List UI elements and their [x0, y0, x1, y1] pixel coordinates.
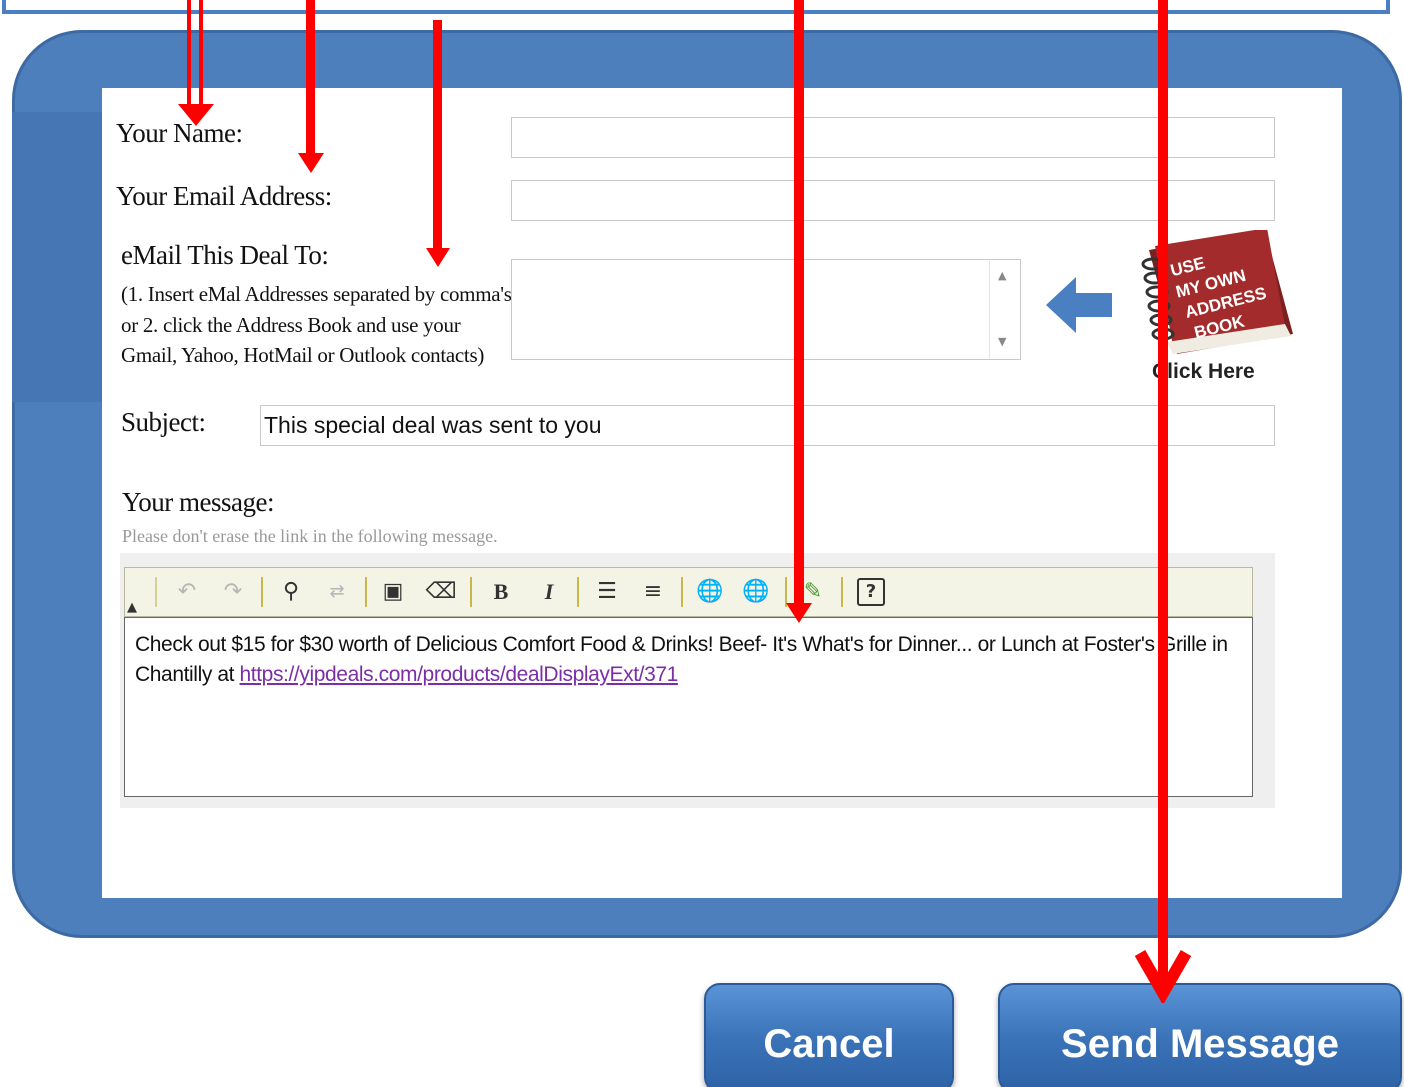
annotation-arrow-shaft [199, 0, 203, 110]
select-all-icon[interactable]: ▣ [377, 576, 409, 608]
top-banner-frame [2, 0, 1390, 14]
toolbar-separator [841, 577, 843, 607]
annotation-arrowhead [298, 153, 324, 173]
remove-link-icon[interactable]: 🌐 [739, 576, 773, 608]
annotation-arrowhead [786, 603, 812, 623]
email-label: Your Email Address: [116, 181, 332, 211]
bold-icon[interactable]: B [485, 576, 517, 608]
annotation-arrow-shaft [1158, 0, 1168, 985]
redo-icon[interactable]: ↷ [219, 576, 247, 608]
annotation-arrowhead [178, 104, 214, 126]
annotation-arrowhead [426, 248, 450, 267]
numbered-list-icon[interactable]: ☰ [591, 576, 623, 608]
scroll-down-icon[interactable]: ▼ [998, 335, 1006, 348]
recipients-hint: (1. Insert eMal Addresses separated by c… [121, 282, 512, 367]
recipients-scrollbar[interactable]: ▲ ▼ [989, 261, 1019, 358]
undo-icon[interactable]: ↶ [173, 576, 201, 608]
message-label: Your message: [122, 487, 275, 517]
insert-link-icon[interactable]: 🌐 [693, 576, 727, 608]
toolbar-separator [365, 577, 367, 607]
annotation-arrow-shaft [433, 20, 442, 253]
help-icon[interactable]: ? [857, 578, 885, 606]
deal-link[interactable]: https://yipdeals.com/products/dealDispla… [240, 663, 679, 686]
message-editor-body[interactable]: Check out $15 for $30 worth of Delicious… [124, 617, 1253, 797]
toolbar-separator [261, 577, 263, 607]
annotation-arrow-shaft [306, 0, 315, 158]
panel-shade [12, 112, 104, 402]
annotation-arrow-shaft [187, 0, 191, 110]
address-book-button[interactable]: USE MY OWN ADDRESS BOOK [1125, 230, 1295, 360]
cancel-button[interactable]: Cancel [704, 983, 954, 1087]
toolbar-separator [470, 577, 472, 607]
toolbar-separator [681, 577, 683, 607]
subject-input[interactable] [260, 405, 1275, 446]
annotation-arrowhead [1134, 950, 1192, 1003]
recipients-textarea[interactable] [511, 259, 1021, 360]
bullet-list-icon[interactable]: ≡ [637, 576, 669, 608]
subject-label: Subject: [121, 407, 206, 437]
annotation-arrow-shaft [794, 0, 804, 608]
find-icon[interactable]: ⚲ [275, 576, 307, 608]
left-arrow-icon [1046, 277, 1112, 333]
message-note: Please don't erase the link in the follo… [122, 526, 498, 546]
replace-icon[interactable]: ⇄ [321, 576, 353, 608]
send-message-button[interactable]: Send Message [998, 983, 1402, 1087]
editor-toolbar: ▲ ↶ ↷ ⚲ ⇄ ▣ ⌫ B I ☰ ≡ 🌐 🌐 ✎ ? [124, 567, 1253, 617]
italic-icon[interactable]: I [533, 576, 565, 608]
scroll-up-icon[interactable]: ▲ [998, 269, 1006, 282]
toolbar-grip [155, 577, 157, 607]
eraser-icon[interactable]: ⌫ [425, 576, 457, 608]
recipients-label: eMail This Deal To: [121, 240, 329, 270]
toolbar-separator [577, 577, 579, 607]
